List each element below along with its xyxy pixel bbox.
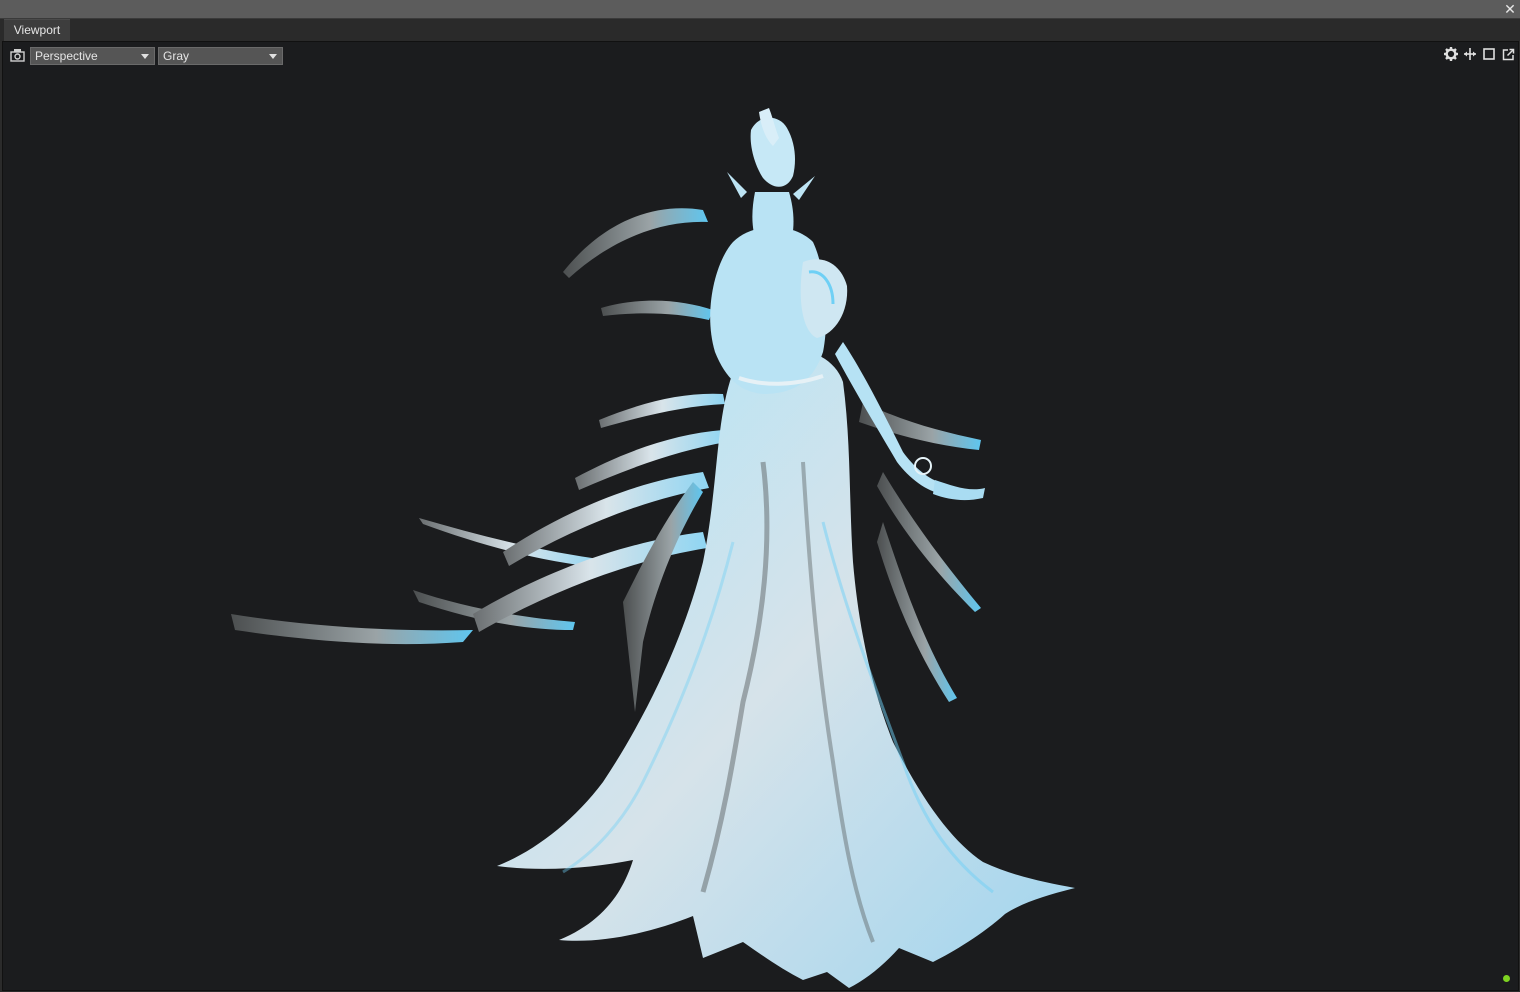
- camera-mode-value: Perspective: [35, 49, 98, 63]
- tab-bar: Viewport: [0, 19, 1520, 41]
- window-title-bar: ✕: [0, 0, 1520, 19]
- camera-mode-dropdown[interactable]: Perspective: [30, 47, 155, 65]
- model-render: [231, 108, 1075, 988]
- close-icon[interactable]: ✕: [1502, 1, 1518, 17]
- move-icon[interactable]: [1462, 46, 1478, 62]
- status-indicator: [1503, 975, 1510, 982]
- maximize-icon[interactable]: [1481, 46, 1497, 62]
- viewport-tools: [1443, 46, 1516, 62]
- shading-mode-value: Gray: [163, 49, 190, 63]
- gear-icon[interactable]: [1443, 46, 1459, 62]
- chevron-down-icon: [141, 54, 149, 59]
- tab-viewport[interactable]: Viewport: [4, 19, 70, 41]
- chevron-down-icon: [269, 54, 277, 59]
- shading-mode-dropdown[interactable]: Gray: [158, 47, 283, 65]
- camera-icon[interactable]: [10, 48, 25, 62]
- viewport-canvas[interactable]: Perspective Gray: [2, 41, 1519, 991]
- popout-icon[interactable]: [1500, 46, 1516, 62]
